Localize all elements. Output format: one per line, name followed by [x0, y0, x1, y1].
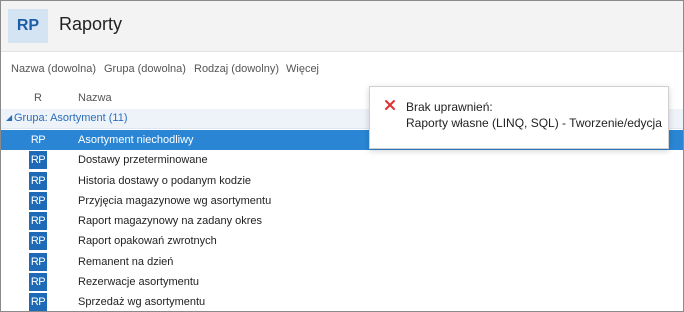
- filter-group[interactable]: Grupa (dowolna): [104, 63, 186, 75]
- report-name: Raport opakowań zwrotnych: [78, 235, 217, 248]
- report-name: Asortyment niechodliwy: [78, 134, 194, 146]
- permission-error-toast: Brak uprawnień: Raporty własne (LINQ, SQ…: [369, 86, 669, 149]
- table-row[interactable]: RP Przyjęcia magazynowe wg asortymentu: [1, 191, 683, 211]
- report-name: Sprzedaż wg asortymentu: [78, 296, 206, 309]
- report-icon: RP: [29, 212, 47, 231]
- filter-bar: Nazwa (dowolna) Grupa (dowolna) Rodzaj (…: [1, 63, 683, 79]
- table-row[interactable]: RP Rezerwacje asortymentu: [1, 272, 683, 292]
- report-icon: RP: [29, 131, 47, 149]
- report-icon: RP: [29, 171, 47, 190]
- report-icon: RP: [29, 232, 47, 251]
- filter-more[interactable]: Więcej: [286, 63, 319, 75]
- group-label: Grupa: Asortyment (11): [14, 112, 128, 124]
- report-name: Dostawy przeterminowane: [78, 154, 208, 167]
- toast-message: Raporty własne (LINQ, SQL) - Tworzenie/e…: [406, 116, 662, 130]
- report-name: Historia dostawy o podanym kodzie: [78, 174, 252, 187]
- error-x-icon: [385, 100, 395, 110]
- report-name: Remanent na dzień: [78, 255, 174, 268]
- toast-title: Brak uprawnień:: [406, 100, 493, 114]
- collapse-triangle-icon[interactable]: ◢: [6, 113, 12, 122]
- filter-kind[interactable]: Rodzaj (dowolny): [194, 63, 279, 75]
- table-row[interactable]: RP Raport magazynowy na zadany okres: [1, 211, 683, 231]
- report-list: RP Asortyment niechodliwy RP Dostawy prz…: [1, 130, 683, 311]
- app-badge-icon: RP: [8, 9, 48, 43]
- table-row[interactable]: RP Dostawy przeterminowane: [1, 150, 683, 170]
- column-name-header[interactable]: Nazwa: [78, 92, 112, 104]
- report-icon: RP: [29, 191, 47, 210]
- table-row[interactable]: RP Remanent na dzień: [1, 252, 683, 272]
- report-name: Przyjęcia magazynowe wg asortymentu: [78, 194, 272, 207]
- filter-name[interactable]: Nazwa (dowolna): [11, 63, 96, 75]
- table-row[interactable]: RP Sprzedaż wg asortymentu: [1, 292, 683, 311]
- report-icon: RP: [29, 151, 47, 170]
- app-header: RP Raporty: [1, 1, 683, 52]
- table-row[interactable]: RP Raport opakowań zwrotnych: [1, 231, 683, 251]
- report-name: Rezerwacje asortymentu: [78, 276, 200, 289]
- report-icon: RP: [29, 293, 47, 311]
- report-name: Raport magazynowy na zadany okres: [78, 215, 263, 228]
- column-r-header[interactable]: R: [34, 92, 42, 104]
- report-icon: RP: [29, 252, 47, 271]
- report-icon: RP: [29, 273, 47, 292]
- page-title: Raporty: [59, 14, 123, 34]
- window: RP Raporty Nazwa (dowolna) Grupa (dowoln…: [0, 0, 684, 312]
- table-row[interactable]: RP Historia dostawy o podanym kodzie: [1, 171, 683, 191]
